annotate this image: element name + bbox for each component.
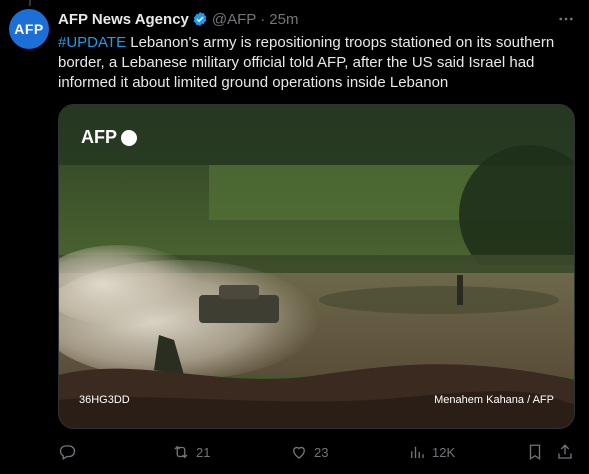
- like-count: 23: [314, 444, 329, 460]
- share-button[interactable]: [556, 441, 574, 463]
- bookmark-button[interactable]: [526, 441, 544, 463]
- author-name[interactable]: AFP News Agency: [58, 11, 189, 28]
- reply-icon: [59, 445, 76, 460]
- afp-logo-circle: [121, 129, 137, 146]
- thread-line: [29, 0, 31, 6]
- heart-icon: [293, 446, 305, 459]
- author-handle[interactable]: @AFP: [212, 11, 256, 28]
- repost-count: 21: [196, 444, 211, 460]
- separator-dot: ·: [260, 10, 266, 28]
- views-count: 12K: [432, 444, 456, 460]
- verified-badge-icon: [193, 12, 207, 26]
- photo-credit: Menahem Kahana / AFP: [434, 394, 554, 406]
- share-icon: [558, 444, 572, 459]
- more-options-icon[interactable]: [552, 9, 580, 29]
- tweet-header: AFP News Agency @AFP · 25m: [58, 9, 298, 29]
- repost-icon: [174, 445, 188, 459]
- reply-button[interactable]: [58, 441, 82, 463]
- avatar[interactable]: AFP: [9, 9, 49, 49]
- tweet-photo[interactable]: AFP 36HG3DD Menahem Kahana / AFP: [58, 104, 575, 429]
- hashtag-link[interactable]: #UPDATE: [58, 34, 126, 51]
- tweet-text: #UPDATE Lebanon's army is repositioning …: [58, 33, 578, 93]
- tweet-body: Lebanon's army is repositioning troops s…: [58, 34, 555, 91]
- like-button[interactable]: 23: [290, 441, 328, 463]
- action-bar: 21 23 12K: [58, 441, 578, 463]
- avatar-text: AFP: [14, 21, 44, 37]
- afp-logo-text: AFP: [81, 127, 117, 147]
- analytics-icon: [411, 446, 424, 458]
- photo-scene: [59, 105, 574, 428]
- photo-id: 36HG3DD: [79, 394, 130, 406]
- afp-watermark-logo: AFP: [81, 127, 137, 148]
- repost-button[interactable]: 21: [172, 441, 210, 463]
- views-button[interactable]: 12K: [408, 441, 455, 463]
- bookmark-icon: [529, 444, 541, 461]
- timestamp[interactable]: 25m: [269, 11, 298, 28]
